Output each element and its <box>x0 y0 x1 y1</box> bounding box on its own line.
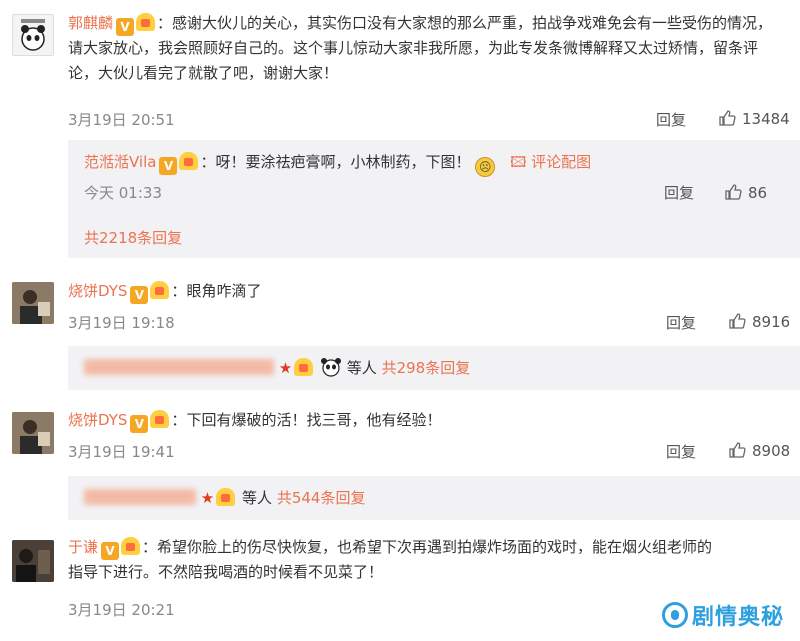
colon: ： <box>200 153 216 171</box>
star-icon: ★ <box>278 359 293 377</box>
worried-emoji-icon: ☹ <box>475 157 496 177</box>
comment-text: 烧饼DYS V ：下回有爆破的活！找三哥，他有经验！ <box>68 408 780 433</box>
colon: ： <box>171 411 187 429</box>
verified-v-icon: V <box>101 542 120 560</box>
comment-body: 眼角咋滴了 <box>186 282 262 300</box>
star-icon: ★ <box>200 489 215 507</box>
member-crown-icon <box>150 410 170 428</box>
member-crown-icon <box>179 152 199 170</box>
username-link[interactable]: 于谦 <box>68 538 98 556</box>
like-button[interactable]: 8916 <box>728 312 790 331</box>
member-crown-icon <box>136 13 156 31</box>
watermark-text: 剧情奥秘 <box>691 605 784 630</box>
comment-text: 郭麒麟 V ：感谢大伙儿的关心，其实伤口没有大家想的那么严重，拍战争戏难免会有一些受… <box>68 11 780 86</box>
member-crown-icon <box>121 537 141 555</box>
colon: ： <box>171 282 187 300</box>
like-count: 8908 <box>752 442 791 460</box>
member-crown-icon <box>294 358 314 376</box>
username-link[interactable]: 烧饼DYS <box>68 411 127 429</box>
like-count: 13484 <box>742 110 790 128</box>
reply-box: ★ 等人 共298条回复 <box>68 346 800 390</box>
timestamp: 3月19日 20:51 <box>68 111 175 129</box>
reply-box: ★ 等人 共544条回复 <box>68 476 800 520</box>
reply-summary: ★ 等人 共298条回复 <box>84 357 470 379</box>
comment-body: 感谢大伙儿的关心，其实伤口没有大家想的那么严重，拍战争戏难免会有一些受伤的情况，… <box>68 14 773 82</box>
thumbs-up-icon <box>729 442 746 458</box>
thumbs-up-icon <box>729 313 746 329</box>
sub-username-link[interactable]: 范湉湉Vila <box>84 153 156 171</box>
like-button[interactable]: 13484 <box>718 109 790 128</box>
reply-summary: ★ 等人 共544条回复 <box>84 487 365 509</box>
comment-meta: 3月19日 19:18 回复 8916 <box>68 312 800 334</box>
avatar[interactable] <box>12 412 54 454</box>
timestamp: 3月19日 19:41 <box>68 443 175 461</box>
blurred-usernames <box>84 359 274 375</box>
timestamp: 3月19日 20:21 <box>68 601 175 619</box>
comment-body: 下回有爆破的活！找三哥，他有经验！ <box>186 411 442 429</box>
user-photo-icon <box>12 540 54 582</box>
others-label: 等人 <box>346 359 377 377</box>
sub-reply-body: 呀！要涂祛疤膏啊，小林制药，下图！ <box>215 153 471 171</box>
reply-button[interactable]: 回复 <box>656 109 686 130</box>
reply-button[interactable]: 回复 <box>666 312 696 333</box>
view-all-replies-link[interactable]: 共2218条回复 <box>84 227 182 249</box>
comment-picture-link[interactable]: 🖾 评论配图 <box>510 153 591 171</box>
username-link[interactable]: 郭麒麟 <box>68 14 113 32</box>
colon: ： <box>157 14 173 32</box>
comment-body-line1: 希望你脸上的伤尽快恢复，也希望下次再遇到拍爆炸场面的戏时，能在烟火组老师的 <box>157 538 713 556</box>
sub-like-count: 86 <box>748 184 768 202</box>
user-photo-icon <box>12 282 54 324</box>
verified-v-icon: V <box>130 286 149 304</box>
member-crown-icon <box>150 281 170 299</box>
sub-like-button[interactable]: 86 <box>724 182 767 204</box>
watermark: 剧情奥秘 <box>657 597 788 633</box>
blurred-usernames <box>84 489 196 505</box>
verified-v-icon: V <box>116 18 135 36</box>
pic-link-label: 评论配图 <box>531 153 592 171</box>
timestamp: 3月19日 19:18 <box>68 314 175 332</box>
panda-avatar-icon <box>13 15 53 55</box>
comment-body-line2: 指导下进行。不然陪我喝酒的时候看不见菜了！ <box>68 563 384 581</box>
username-link[interactable]: 烧饼DYS <box>68 282 127 300</box>
comment-meta: 3月19日 19:41 回复 8908 <box>68 441 800 463</box>
comment-meta: 3月19日 20:51 回复 13484 <box>68 109 800 131</box>
reply-button[interactable]: 回复 <box>666 441 696 462</box>
member-crown-icon <box>216 488 236 506</box>
thumbs-up-icon <box>719 110 736 126</box>
sub-reply-text: 范湉湉Vila V ：呀！要涂祛疤膏啊，小林制药，下图！ ☹ 🖾 评论配图 <box>84 151 591 177</box>
avatar[interactable] <box>12 14 54 56</box>
comment-text: 烧饼DYS V ：眼角咋滴了 <box>68 279 780 304</box>
others-label: 等人 <box>242 489 273 507</box>
image-icon: 🖾 <box>510 153 527 171</box>
avatar[interactable] <box>12 282 54 324</box>
user-photo-icon <box>12 412 54 454</box>
reply-box: 范湉湉Vila V ：呀！要涂祛疤膏啊，小林制药，下图！ ☹ 🖾 评论配图 今天 0… <box>68 140 800 258</box>
like-button[interactable]: 8908 <box>728 441 790 460</box>
sub-timestamp: 今天 01:33 <box>84 184 162 202</box>
verified-v-icon: V <box>159 157 178 175</box>
panda-emoji-icon <box>321 358 342 377</box>
thumbs-up-icon <box>725 184 742 200</box>
watermark-logo-icon <box>661 602 688 628</box>
comment-text: 于谦 V ：希望你脸上的伤尽快恢复，也希望下次再遇到拍爆炸场面的戏时，能在烟火组老师… <box>68 535 780 585</box>
sub-reply-meta: 今天 01:33 回复 86 <box>84 182 800 204</box>
sub-reply-button[interactable]: 回复 <box>664 182 694 204</box>
colon: ： <box>142 538 158 556</box>
avatar[interactable] <box>12 540 54 582</box>
verified-v-icon: V <box>130 415 149 433</box>
like-count: 8916 <box>752 313 791 331</box>
view-all-replies-link[interactable]: 共544条回复 <box>277 489 366 507</box>
view-all-replies-link[interactable]: 共298条回复 <box>382 359 471 377</box>
